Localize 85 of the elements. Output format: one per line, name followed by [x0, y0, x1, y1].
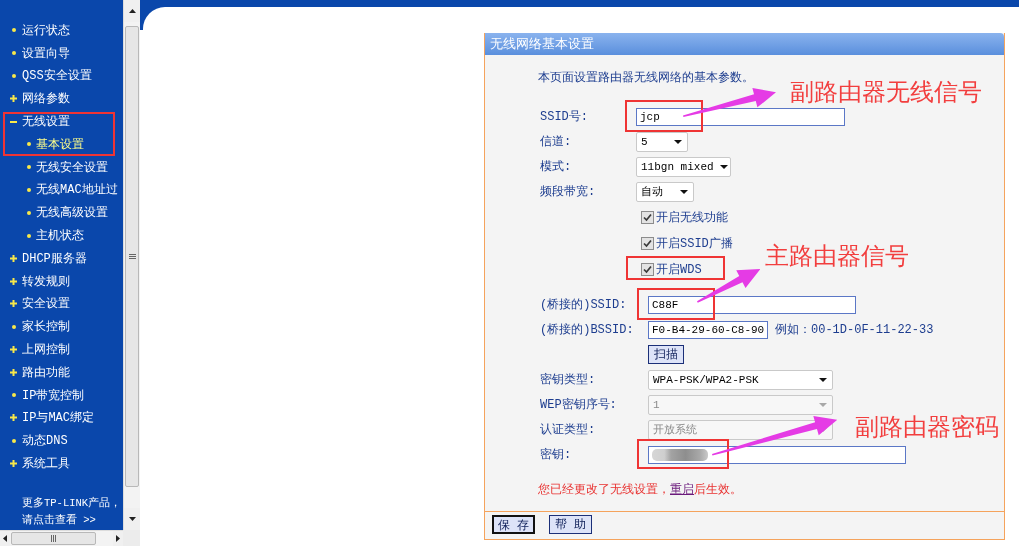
sidebar-item[interactable]: 主机状态 — [0, 224, 123, 247]
triangle-up-icon — [128, 9, 136, 13]
triangle-left-icon — [3, 535, 7, 542]
field-label: SSID号: — [539, 109, 589, 125]
bullet-icon — [11, 393, 16, 398]
scrollbar-thumb[interactable] — [11, 532, 96, 545]
checkbox-label: 开启无线功能 — [656, 209, 728, 226]
sidebar-item[interactable]: 运行状态 — [0, 19, 123, 42]
reboot-link[interactable]: 重启 — [670, 483, 694, 497]
arrow-icon — [711, 416, 837, 456]
help-button[interactable]: 帮 助 — [549, 515, 592, 534]
vertical-scrollbar[interactable] — [123, 0, 140, 530]
sidebar-item[interactable]: 转发规则 — [0, 269, 123, 293]
password-field[interactable] — [648, 445, 906, 464]
bullet-icon — [26, 187, 31, 192]
more-products-link[interactable]: 更多TP-LINK产品，请点击查看 >> — [0, 495, 122, 530]
sidebar-item[interactable]: 家长控制 — [0, 315, 123, 339]
panel-title: 无线网络基本设置 — [485, 33, 1004, 55]
checkbox-label: 开启WDS — [656, 261, 702, 278]
dropdown[interactable]: WPA-PSK/WPA2-PSK — [648, 369, 833, 390]
field-label: WEP密钥序号: — [539, 397, 618, 413]
sidebar-item[interactable]: 路由功能 — [0, 360, 123, 384]
scan-button[interactable]: 扫描 — [648, 345, 684, 364]
intro-text: 本页面设置路由器无线网络的基本参数。 — [538, 71, 755, 85]
sidebar-item[interactable]: 上网控制 — [0, 338, 123, 361]
bullet-icon — [11, 28, 16, 33]
scrollbar-corner — [123, 530, 140, 546]
annotation-label: 主路由器信号 — [765, 242, 909, 270]
sidebar-item[interactable]: DHCP服务器 — [0, 246, 123, 270]
sidebar-item[interactable]: 无线MAC地址过 — [0, 178, 123, 202]
triangle-down-icon — [128, 517, 136, 521]
sidebar-item[interactable]: 无线设置 — [0, 110, 123, 133]
bullet-icon — [26, 165, 31, 170]
triangle-right-icon — [116, 535, 120, 542]
bullet-icon — [11, 324, 16, 329]
scrollbar-thumb[interactable] — [125, 26, 139, 487]
sidebar-item[interactable]: IP与MAC绑定 — [0, 406, 123, 430]
annotation-label: 副路由器无线信号 — [790, 78, 982, 106]
field-label: 认证类型: — [539, 422, 597, 438]
checkbox-label: 开启SSID广播 — [656, 235, 733, 252]
sidebar-item[interactable]: 安全设置 — [0, 292, 123, 316]
caret-down-icon — [819, 377, 827, 382]
save-button[interactable]: 保 存 — [492, 515, 535, 534]
field-label: 密钥: — [539, 447, 573, 463]
checkbox[interactable] — [641, 236, 654, 250]
sidebar-item[interactable]: 无线安全设置 — [0, 155, 123, 179]
dropdown[interactable]: 自动 — [636, 181, 694, 202]
grip-icon — [51, 535, 56, 542]
field-label: 信道: — [539, 134, 573, 150]
horizontal-scrollbar[interactable] — [0, 530, 123, 546]
hint-text: 例如：00-1D-0F-11-22-33 — [775, 322, 934, 338]
sidebar-item[interactable]: IP带宽控制 — [0, 383, 123, 407]
field-label: 频段带宽: — [539, 184, 597, 200]
caret-down-icon — [719, 164, 728, 169]
caret-down-icon — [819, 402, 827, 407]
bullet-icon — [26, 233, 31, 238]
sidebar-item[interactable]: 设置向导 — [0, 41, 123, 65]
notice-text: 您已经更改了无线设置，重启后生效。 — [538, 483, 743, 497]
bullet-icon — [11, 74, 16, 78]
text-field[interactable]: C88F — [648, 295, 856, 314]
field-label: 模式: — [539, 159, 573, 175]
sidebar-item[interactable]: 动态DNS — [0, 429, 123, 453]
arrow-icon — [682, 87, 776, 117]
checkbox[interactable] — [641, 262, 654, 276]
sidebar-item[interactable]: 基本设置 — [0, 133, 123, 156]
field-label: (桥接的)BSSID: — [539, 322, 635, 338]
bullet-icon — [11, 438, 16, 443]
field-label: (桥接的)SSID: — [539, 297, 628, 313]
sidebar-item[interactable]: 系统工具 — [0, 452, 123, 475]
field-label: 密钥类型: — [539, 372, 597, 388]
caret-down-icon — [674, 139, 682, 144]
caret-down-icon — [680, 189, 688, 194]
bullet-icon — [11, 51, 16, 56]
text-field[interactable]: jcp — [636, 107, 845, 126]
sidebar-item[interactable]: QSS安全设置 — [0, 64, 123, 88]
annotation-label: 副路由器密码 — [855, 413, 999, 441]
sidebar-item[interactable]: 无线高级设置 — [0, 201, 123, 225]
text-field[interactable]: F0-B4-29-60-C8-90 — [648, 320, 768, 339]
dropdown[interactable]: 11bgn mixed — [636, 156, 731, 177]
grip-icon — [128, 254, 136, 259]
checkbox[interactable] — [641, 210, 654, 224]
dropdown[interactable]: 5 — [636, 131, 688, 152]
bullet-icon — [26, 142, 31, 147]
bullet-icon — [26, 210, 31, 215]
sidebar-item[interactable]: 网络参数 — [0, 87, 123, 111]
